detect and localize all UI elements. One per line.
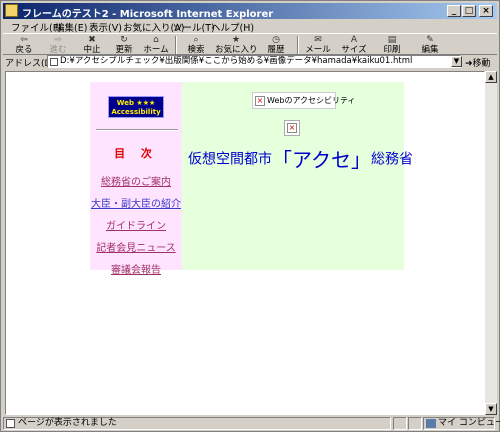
- address-bar: アドレス(D) D:¥アクセシブルチェック¥出版関係¥ここから始める¥画像データ…: [3, 55, 497, 69]
- title-bar[interactable]: フレームのテスト2 - Microsoft Internet Explorer …: [3, 3, 497, 20]
- size-button[interactable]: A サイズ: [337, 35, 371, 55]
- home-button[interactable]: ⌂ ホーム: [139, 35, 173, 55]
- search-icon: ⌕: [193, 35, 199, 45]
- scroll-up-arrow-icon[interactable]: ▲: [485, 71, 497, 83]
- header-image-placeholder: × Webのアクセシビリティ: [252, 92, 356, 109]
- toolbar: ⇦ 戻る ⇨ 進む ✖ 中止 ↻ 更新 ⌂ ホーム ⌕ 検索 ★ お気に入り ◷: [3, 33, 497, 55]
- nav-link-ministers[interactable]: 大臣・副大臣の紹介: [90, 195, 182, 210]
- divider: [96, 129, 178, 131]
- page-viewport: Web ★★★ Accessibility 目 次 総務省のご案内 大臣・副大臣…: [5, 71, 485, 415]
- stop-icon: ✖: [88, 35, 96, 45]
- broken-image-icon: ×: [287, 123, 297, 133]
- page-icon: [50, 58, 58, 66]
- security-zone-panel: マイ コンピュータ: [423, 417, 500, 430]
- maximize-button[interactable]: □: [462, 5, 476, 17]
- printer-icon: ▤: [387, 35, 397, 45]
- page-headline: 仮想空間都市「アクセ」総務省: [188, 148, 413, 172]
- vertical-scrollbar[interactable]: ▲ ▼: [485, 71, 497, 415]
- scroll-down-arrow-icon[interactable]: ▼: [485, 403, 497, 415]
- toc-title: 目 次: [114, 147, 158, 160]
- favorites-icon: ★: [231, 35, 241, 45]
- browser-window: フレームのテスト2 - Microsoft Internet Explorer …: [0, 0, 500, 432]
- text-size-icon: A: [350, 35, 358, 45]
- toolbar-separator: [297, 36, 299, 54]
- left-frame: Web ★★★ Accessibility 目 次 総務省のご案内 大臣・副大臣…: [90, 82, 182, 276]
- status-bar: ページが表示されました マイ コンピュータ: [3, 417, 500, 431]
- go-button[interactable]: ➜移動: [465, 56, 491, 69]
- edit-icon: ✎: [426, 35, 434, 45]
- forward-arrow-icon: ⇨: [54, 35, 62, 45]
- status-cell: [408, 417, 422, 430]
- home-icon: ⌂: [153, 35, 159, 45]
- header-alt-text: Webのアクセシビリティ: [267, 96, 356, 105]
- right-frame: × Webのアクセシビリティ × 仮想空間都市「アクセ」総務省: [182, 82, 413, 270]
- refresh-button[interactable]: ↻ 更新: [107, 35, 141, 55]
- ie-icon: [5, 4, 18, 17]
- image-placeholder: ×: [284, 120, 300, 136]
- minimize-button[interactable]: _: [447, 5, 461, 17]
- print-button[interactable]: ▤ 印刷: [375, 35, 409, 55]
- window-title: フレームのテスト2 - Microsoft Internet Explorer: [22, 9, 274, 20]
- menu-tools[interactable]: ツール(T): [173, 20, 215, 34]
- nav-link-ministry-guide[interactable]: 総務省のご案内: [90, 173, 182, 188]
- go-arrow-icon: ➜: [465, 59, 473, 69]
- mail-icon: ✉: [314, 35, 322, 45]
- address-dropdown-button[interactable]: ▼: [451, 56, 462, 67]
- refresh-icon: ↻: [120, 35, 128, 45]
- history-button[interactable]: ◷ 履歴: [259, 35, 293, 55]
- nav-link-press-news[interactable]: 記者会見ニュース: [90, 239, 182, 254]
- my-computer-icon: [426, 419, 436, 428]
- nav-link-council-reports[interactable]: 審議会報告: [90, 261, 182, 276]
- toolbar-separator: [175, 36, 177, 54]
- back-button[interactable]: ⇦ 戻る: [7, 35, 41, 55]
- search-button[interactable]: ⌕ 検索: [179, 35, 213, 55]
- favorites-button[interactable]: ★ お気に入り: [215, 35, 258, 55]
- menu-edit[interactable]: 編集(E): [55, 20, 87, 34]
- menu-help[interactable]: ヘルプ(H): [211, 20, 254, 34]
- status-text-panel: ページが表示されました: [3, 417, 391, 430]
- stop-button[interactable]: ✖ 中止: [75, 35, 109, 55]
- history-icon: ◷: [272, 35, 280, 45]
- address-url: D:¥アクセシブルチェック¥出版関係¥ここから始める¥画像データ¥hamada¥…: [60, 56, 413, 66]
- edit-button[interactable]: ✎ 編集: [413, 35, 447, 55]
- broken-image-icon: ×: [255, 96, 265, 106]
- web-accessibility-logo[interactable]: Web ★★★ Accessibility: [108, 96, 164, 118]
- page-done-icon: [6, 419, 15, 428]
- address-input[interactable]: D:¥アクセシブルチェック¥出版関係¥ここから始める¥画像データ¥hamada¥…: [47, 55, 461, 68]
- forward-button[interactable]: ⇨ 進む: [41, 35, 75, 55]
- close-button[interactable]: ×: [479, 5, 493, 17]
- menu-bar: ファイル(F) 編集(E) 表示(V) お気に入り(A) ツール(T) ヘルプ(…: [3, 19, 497, 34]
- mail-button[interactable]: ✉ メール: [301, 35, 335, 55]
- status-cell: [393, 417, 407, 430]
- nav-link-guidelines[interactable]: ガイドライン: [90, 217, 182, 232]
- back-arrow-icon: ⇦: [20, 35, 28, 45]
- menu-view[interactable]: 表示(V): [89, 20, 122, 34]
